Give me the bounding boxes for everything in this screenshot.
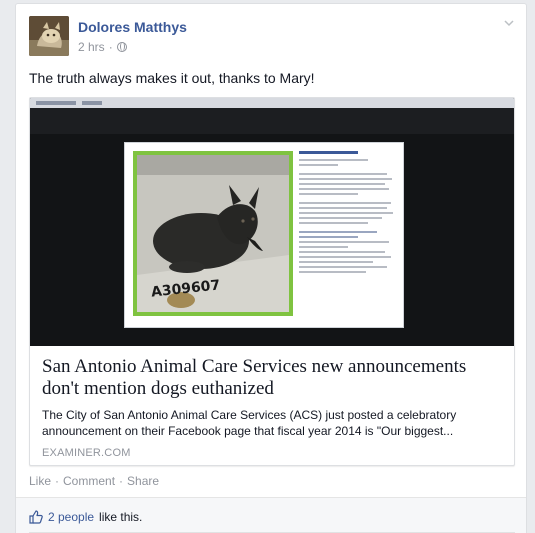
globe-icon[interactable]	[116, 42, 127, 52]
link-preview-image[interactable]: A309607	[30, 98, 514, 346]
like-summary: 2 people like this.	[29, 510, 142, 524]
link-text-block[interactable]: San Antonio Animal Care Services new ann…	[30, 346, 514, 465]
post-card: Dolores Matthys 2 hrs · The truth always…	[15, 3, 527, 533]
image-header-strip	[30, 108, 514, 134]
link-title[interactable]: San Antonio Animal Care Services new ann…	[42, 356, 502, 400]
avatar[interactable]	[29, 16, 69, 56]
embedded-screenshot: A309607	[124, 142, 404, 328]
action-separator: ·	[119, 474, 124, 488]
share-link[interactable]: Share	[127, 474, 159, 488]
action-separator: ·	[55, 474, 60, 488]
feedback-section: 2 people like this.	[16, 498, 526, 533]
timestamp[interactable]: 2 hrs	[78, 40, 105, 54]
like-link[interactable]: Like	[29, 474, 51, 488]
dog-photo: A309607	[133, 151, 293, 316]
meta-separator: ·	[108, 40, 113, 54]
status-text: The truth always makes it out, thanks to…	[29, 70, 315, 86]
post-meta: 2 hrs ·	[78, 40, 127, 54]
like-count-link[interactable]: 2 people	[48, 510, 94, 524]
link-domain: EXAMINER.COM	[42, 447, 131, 459]
comment-link[interactable]: Comment	[63, 474, 115, 488]
image-browser-bar	[30, 98, 514, 108]
link-description: The City of San Antonio Animal Care Serv…	[42, 408, 457, 438]
author-name[interactable]: Dolores Matthys	[78, 19, 187, 35]
thumbs-up-icon	[29, 510, 43, 524]
chevron-down-icon[interactable]	[504, 18, 514, 28]
screenshot-post-text	[299, 151, 397, 319]
like-summary-text: like this.	[99, 510, 143, 524]
post-actions: Like · Comment · Share	[29, 474, 159, 488]
link-preview-card[interactable]: A309607 San Antonio Animal Care Services…	[29, 97, 515, 466]
